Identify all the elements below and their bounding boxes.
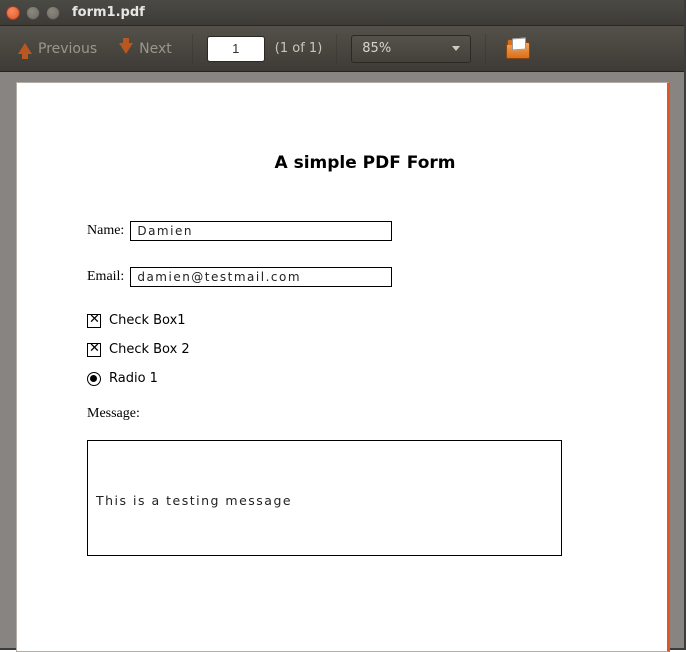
zoom-dropdown[interactable]: 85%	[351, 35, 471, 63]
email-field-row: Email:	[87, 267, 643, 287]
arrow-down-icon	[119, 43, 133, 54]
pdf-page: A simple PDF Form Name: Email: Check Box…	[16, 82, 670, 652]
name-field-row: Name:	[87, 221, 643, 241]
message-textarea[interactable]	[87, 440, 562, 556]
toolbar: Previous Next (1 of 1) 85%	[0, 26, 684, 72]
toolbar-separator	[336, 34, 337, 64]
message-label: Message:	[87, 406, 643, 422]
checkbox-1-label: Check Box1	[109, 313, 186, 328]
close-icon[interactable]	[6, 6, 20, 20]
toolbar-separator	[192, 34, 193, 64]
next-label: Next	[139, 41, 172, 57]
checkbox-2[interactable]	[87, 343, 101, 357]
maximize-icon[interactable]	[46, 6, 60, 20]
document-title: A simple PDF Form	[87, 153, 643, 173]
checkbox-1-row: Check Box1	[87, 313, 643, 328]
checkbox-2-label: Check Box 2	[109, 342, 190, 357]
next-page-button[interactable]: Next	[113, 37, 178, 61]
minimize-icon[interactable]	[26, 6, 40, 20]
prev-label: Previous	[38, 41, 97, 57]
radio-1-label: Radio 1	[109, 371, 158, 386]
zoom-value: 85%	[362, 41, 391, 56]
checkbox-2-row: Check Box 2	[87, 342, 643, 357]
window-titlebar: form1.pdf	[0, 0, 684, 26]
open-file-button[interactable]	[500, 36, 534, 62]
toolbar-separator	[485, 34, 486, 64]
radio-1-row: Radio 1	[87, 371, 643, 386]
name-label: Name:	[87, 223, 130, 239]
arrow-up-icon	[18, 43, 32, 54]
window-title: form1.pdf	[72, 5, 145, 20]
email-input[interactable]	[130, 267, 392, 287]
email-label: Email:	[87, 269, 130, 285]
prev-page-button[interactable]: Previous	[12, 37, 103, 61]
page-number-input[interactable]	[207, 36, 265, 62]
checkbox-1[interactable]	[87, 314, 101, 328]
radio-1[interactable]	[87, 372, 101, 386]
chevron-down-icon	[452, 46, 460, 51]
page-count-label: (1 of 1)	[275, 41, 322, 56]
document-viewport[interactable]: A simple PDF Form Name: Email: Check Box…	[0, 72, 684, 648]
name-input[interactable]	[130, 221, 392, 241]
folder-icon	[506, 40, 528, 58]
